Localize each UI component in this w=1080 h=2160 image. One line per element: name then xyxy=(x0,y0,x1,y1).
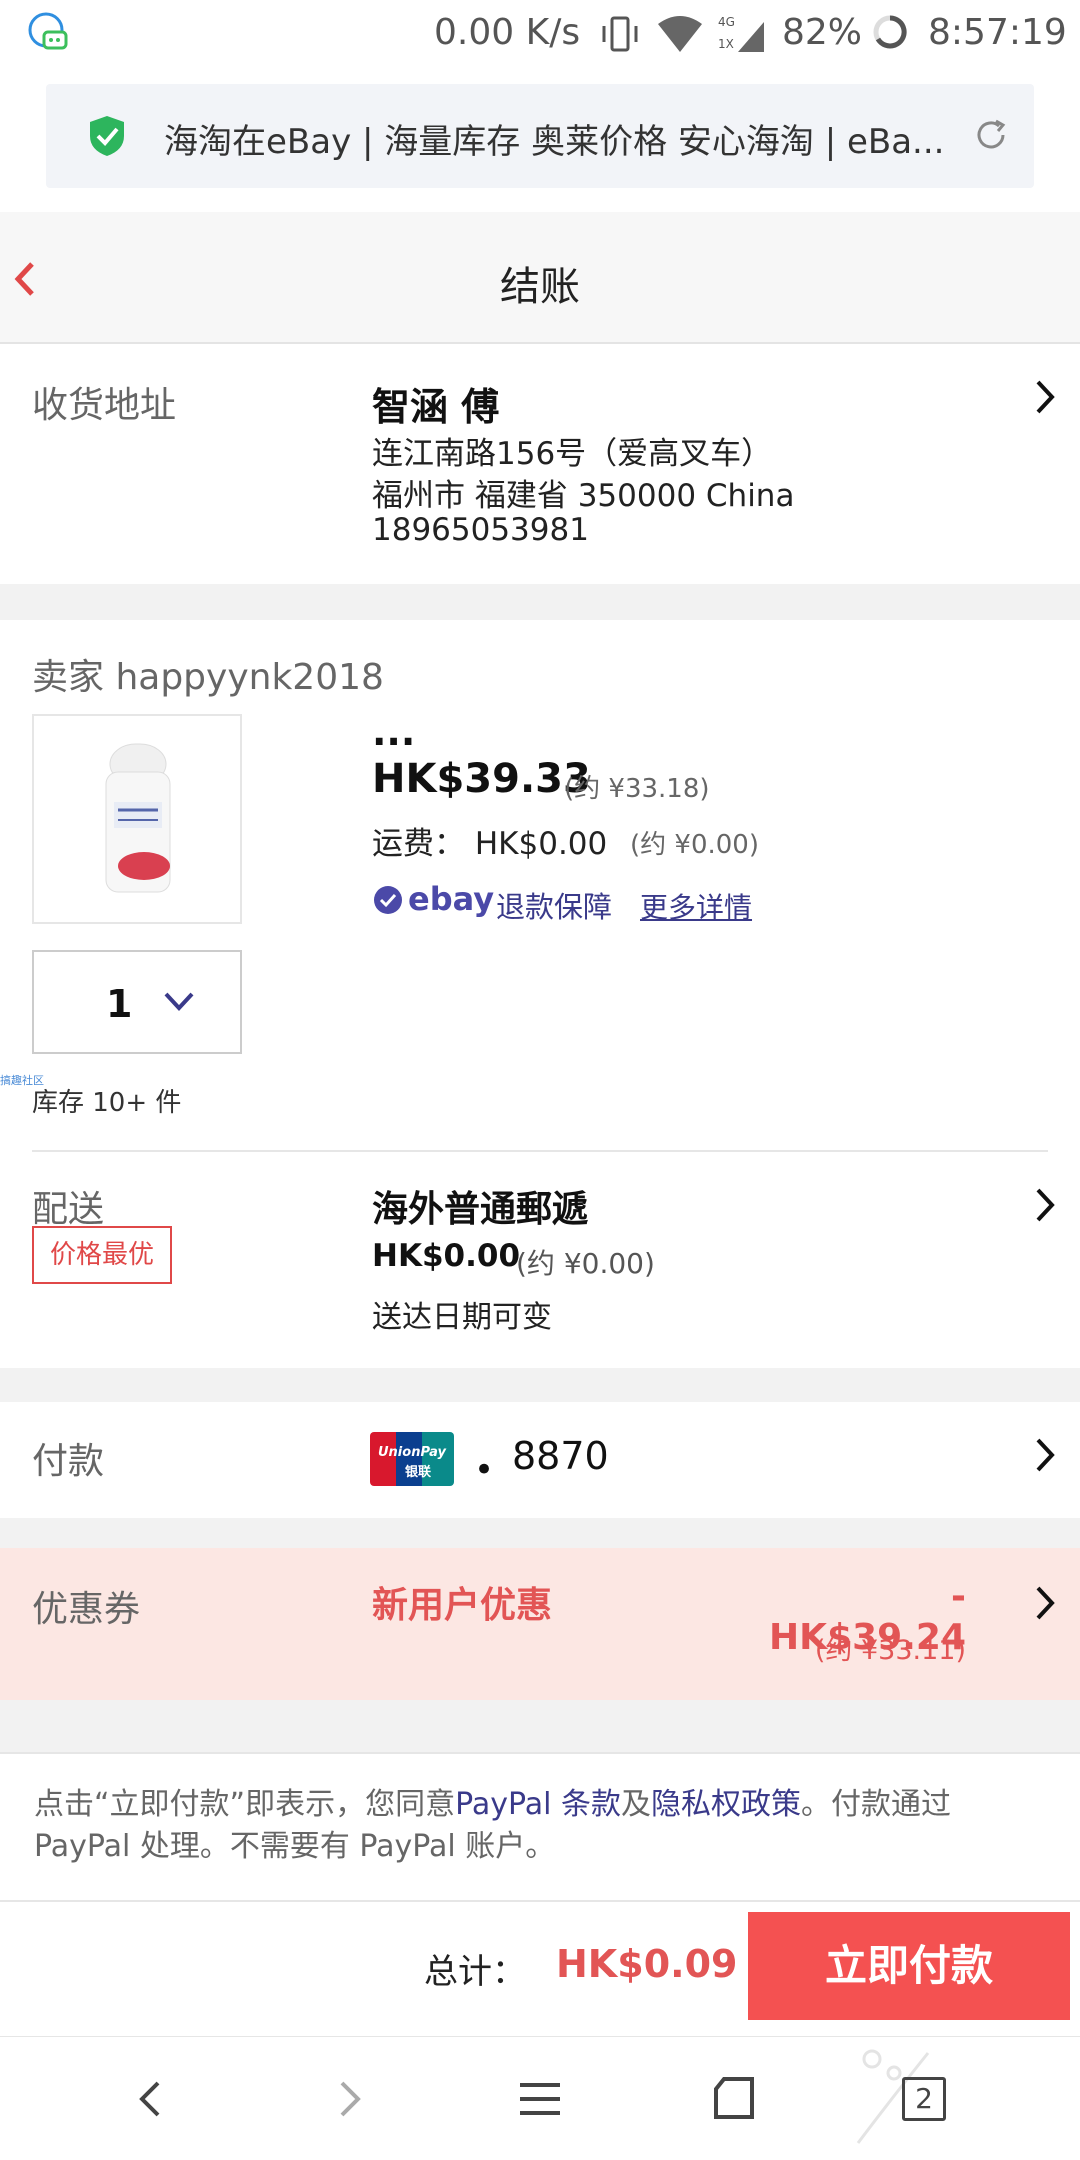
product-image[interactable] xyxy=(32,714,242,924)
home-icon[interactable] xyxy=(706,2071,762,2127)
item-divider xyxy=(32,1150,1048,1152)
battery-ring-icon xyxy=(873,15,907,49)
page-title: 结账 xyxy=(500,264,580,310)
address-street: 连江南路156号（爱高叉车） xyxy=(372,436,773,472)
shipping-cost-cny: (约 ¥0.00) xyxy=(630,830,759,860)
total-value: HK$0.09 xyxy=(556,1942,738,1986)
network-speed: 0.00 K/s xyxy=(434,12,581,53)
menu-icon[interactable] xyxy=(512,2071,568,2127)
back-icon[interactable] xyxy=(124,2071,180,2127)
shipping-cost: 运费： HK$0.00 xyxy=(372,826,608,862)
ebay-logo: ebay xyxy=(408,880,494,918)
payment-label: 付款 xyxy=(32,1441,105,1482)
section-divider xyxy=(0,1700,1080,1752)
coupon-amount-cny: (约 ¥33.11) xyxy=(814,1635,966,1666)
svg-text:UnionPay: UnionPay xyxy=(378,1445,447,1460)
notice-text-1: 点击“立即付款”即表示，您同意 xyxy=(34,1787,456,1822)
chevron-right-icon[interactable] xyxy=(1032,378,1058,416)
notice-text-2: 及 xyxy=(620,1787,651,1822)
chat-assistant-icon xyxy=(28,12,68,50)
section-divider xyxy=(0,1518,1080,1548)
paypal-terms-link[interactable]: PayPal 条款 xyxy=(455,1787,621,1822)
pay-now-button[interactable]: 立即付款 xyxy=(748,1912,1070,2020)
delivery-label: 配送 xyxy=(32,1189,105,1230)
forward-icon[interactable] xyxy=(320,2071,376,2127)
chevron-right-icon[interactable] xyxy=(1032,1584,1058,1622)
section-divider xyxy=(0,1368,1080,1402)
url-bar[interactable]: 海淘在eBay | 海量库存 奥莱价格 安心海淘 | eBa... xyxy=(46,84,1034,188)
delivery-price-cny: (约 ¥0.00) xyxy=(516,1247,655,1280)
chevron-right-icon[interactable] xyxy=(1032,1436,1058,1474)
address-label: 收货地址 xyxy=(32,385,177,426)
coupon-name: 新用户优惠 xyxy=(372,1585,553,1626)
section-divider xyxy=(0,584,1080,620)
seller-name[interactable]: 卖家 happyynk2018 xyxy=(32,648,384,700)
product-bottle-image xyxy=(105,743,171,893)
best-price-badge: 价格最优 xyxy=(32,1226,172,1284)
item-price-cny: (约 ¥33.18) xyxy=(564,774,710,804)
more-details-link[interactable]: 更多详情 xyxy=(640,886,752,926)
recipient-name: 智涵 傅 xyxy=(372,385,500,429)
total-label: 总计： xyxy=(424,1952,526,1992)
item-title[interactable]: ... xyxy=(372,710,415,754)
ebay-guarantee-badge: ebay xyxy=(372,878,496,922)
address-city: 福州市 福建省 350000 China xyxy=(372,478,795,514)
svg-text:1X: 1X xyxy=(718,37,734,51)
svg-text:银联: 银联 xyxy=(405,1464,431,1480)
vibrate-icon xyxy=(602,16,638,52)
clock: 8:57:19 xyxy=(928,12,1067,53)
address-phone: 18965053981 xyxy=(372,512,589,548)
refund-guarantee: 退款保障 xyxy=(496,890,613,924)
wifi-icon xyxy=(658,16,702,52)
terms-text: 点击“立即付款”即表示，您同意PayPal 条款及隐私权政策。付款通过 PayP… xyxy=(34,1784,1044,1868)
chevron-right-icon[interactable] xyxy=(1032,1186,1058,1224)
tabs-button[interactable]: 2 xyxy=(902,2077,946,2121)
battery-percent: 82% xyxy=(782,12,863,53)
unionpay-logo: UnionPay 银联 xyxy=(370,1432,454,1486)
signal-icon: 4G 1X xyxy=(718,15,764,52)
reload-icon[interactable] xyxy=(972,116,1010,154)
item-price: HK$39.33 xyxy=(372,756,591,802)
privacy-policy-link[interactable]: 隐私权政策 xyxy=(651,1787,801,1822)
chevron-down-icon xyxy=(164,992,194,1011)
svg-text:4G: 4G xyxy=(718,15,735,29)
quantity-value: 1 xyxy=(106,982,133,1026)
card-last-digits: 8870 xyxy=(512,1434,609,1478)
status-bar: 0.00 K/s 4G 1X 82% 8:57:19 xyxy=(0,0,1080,68)
secure-shield-icon xyxy=(90,116,124,156)
browser-nav-bar: 2 xyxy=(0,2036,1080,2160)
delivery-date: 送达日期可变 xyxy=(372,1300,552,1335)
quantity-select[interactable]: 1 xyxy=(32,950,242,1054)
checkout-header: 结账 xyxy=(0,212,1080,344)
coupon-label: 优惠券 xyxy=(32,1589,141,1630)
page-url-title: 海淘在eBay | 海量库存 奥莱价格 安心海淘 | eBa... xyxy=(164,122,945,162)
stock-info: 库存 10+ 件 xyxy=(32,1088,182,1118)
ebay-check-icon: ebay xyxy=(374,880,494,918)
delivery-method: 海外普通郵遞 xyxy=(372,1189,589,1230)
card-dot: • xyxy=(474,1450,495,1490)
delivery-price: HK$0.00 xyxy=(372,1238,521,1274)
unionpay-card-icon: UnionPay 银联 xyxy=(370,1432,454,1486)
